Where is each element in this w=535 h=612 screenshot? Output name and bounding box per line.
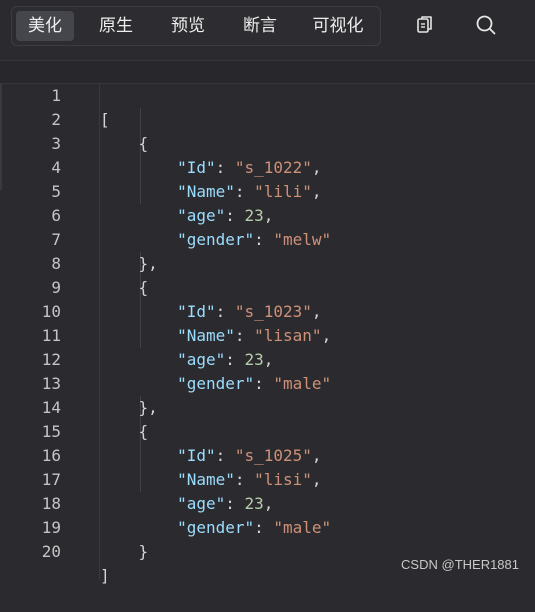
tab-visualize[interactable]: 可视化 <box>302 11 374 41</box>
code-line: 6 "gender": "melw" <box>0 180 535 249</box>
code-line: 14 { <box>0 372 535 441</box>
search-icon[interactable] <box>474 13 498 37</box>
code-line: 15 "Id": "s_1025", <box>0 396 535 465</box>
code-line: 9 "Id": "s_1023", <box>0 252 535 321</box>
code-line: 13 }, <box>0 348 535 417</box>
code-line: 12 "gender": "male" <box>0 324 535 393</box>
code-line: 4 "Name": "lili", <box>0 132 535 201</box>
code-line: 19 } <box>0 492 535 561</box>
json-editor[interactable]: 1 [ 2 { 3 "Id": "s_1022", 4 "Name": "lil… <box>0 56 535 585</box>
line-content: ] <box>100 566 110 585</box>
code-line: 3 "Id": "s_1022", <box>0 108 535 177</box>
code-line: 8 { <box>0 228 535 297</box>
code-line: 17 "age": 23, <box>0 444 535 513</box>
line-content: } <box>100 542 149 561</box>
viewer-toolbar: 美化 原生 预览 断言 可视化 <box>0 0 535 56</box>
code-line: 7 }, <box>0 204 535 273</box>
tab-assert[interactable]: 断言 <box>230 11 290 41</box>
code-line: 16 "Name": "lisi", <box>0 420 535 489</box>
code-line: 1 [ <box>0 60 535 129</box>
code-line: 2 { <box>0 84 535 153</box>
code-line: 11 "age": 23, <box>0 300 535 369</box>
tab-raw[interactable]: 原生 <box>86 11 146 41</box>
code-line: 20 ] <box>0 516 535 585</box>
line-number: 20 <box>41 542 61 561</box>
tab-preview[interactable]: 预览 <box>158 11 218 41</box>
copy-icon[interactable] <box>413 13 437 37</box>
code-line: 10 "Name": "lisan", <box>0 276 535 345</box>
watermark: CSDN @THER1881 <box>401 557 519 572</box>
view-mode-tabs: 美化 原生 预览 断言 可视化 <box>11 6 381 46</box>
tab-beautify[interactable]: 美化 <box>16 11 74 41</box>
code-line: 18 "gender": "male" <box>0 468 535 537</box>
code-line: 5 "age": 23, <box>0 156 535 225</box>
